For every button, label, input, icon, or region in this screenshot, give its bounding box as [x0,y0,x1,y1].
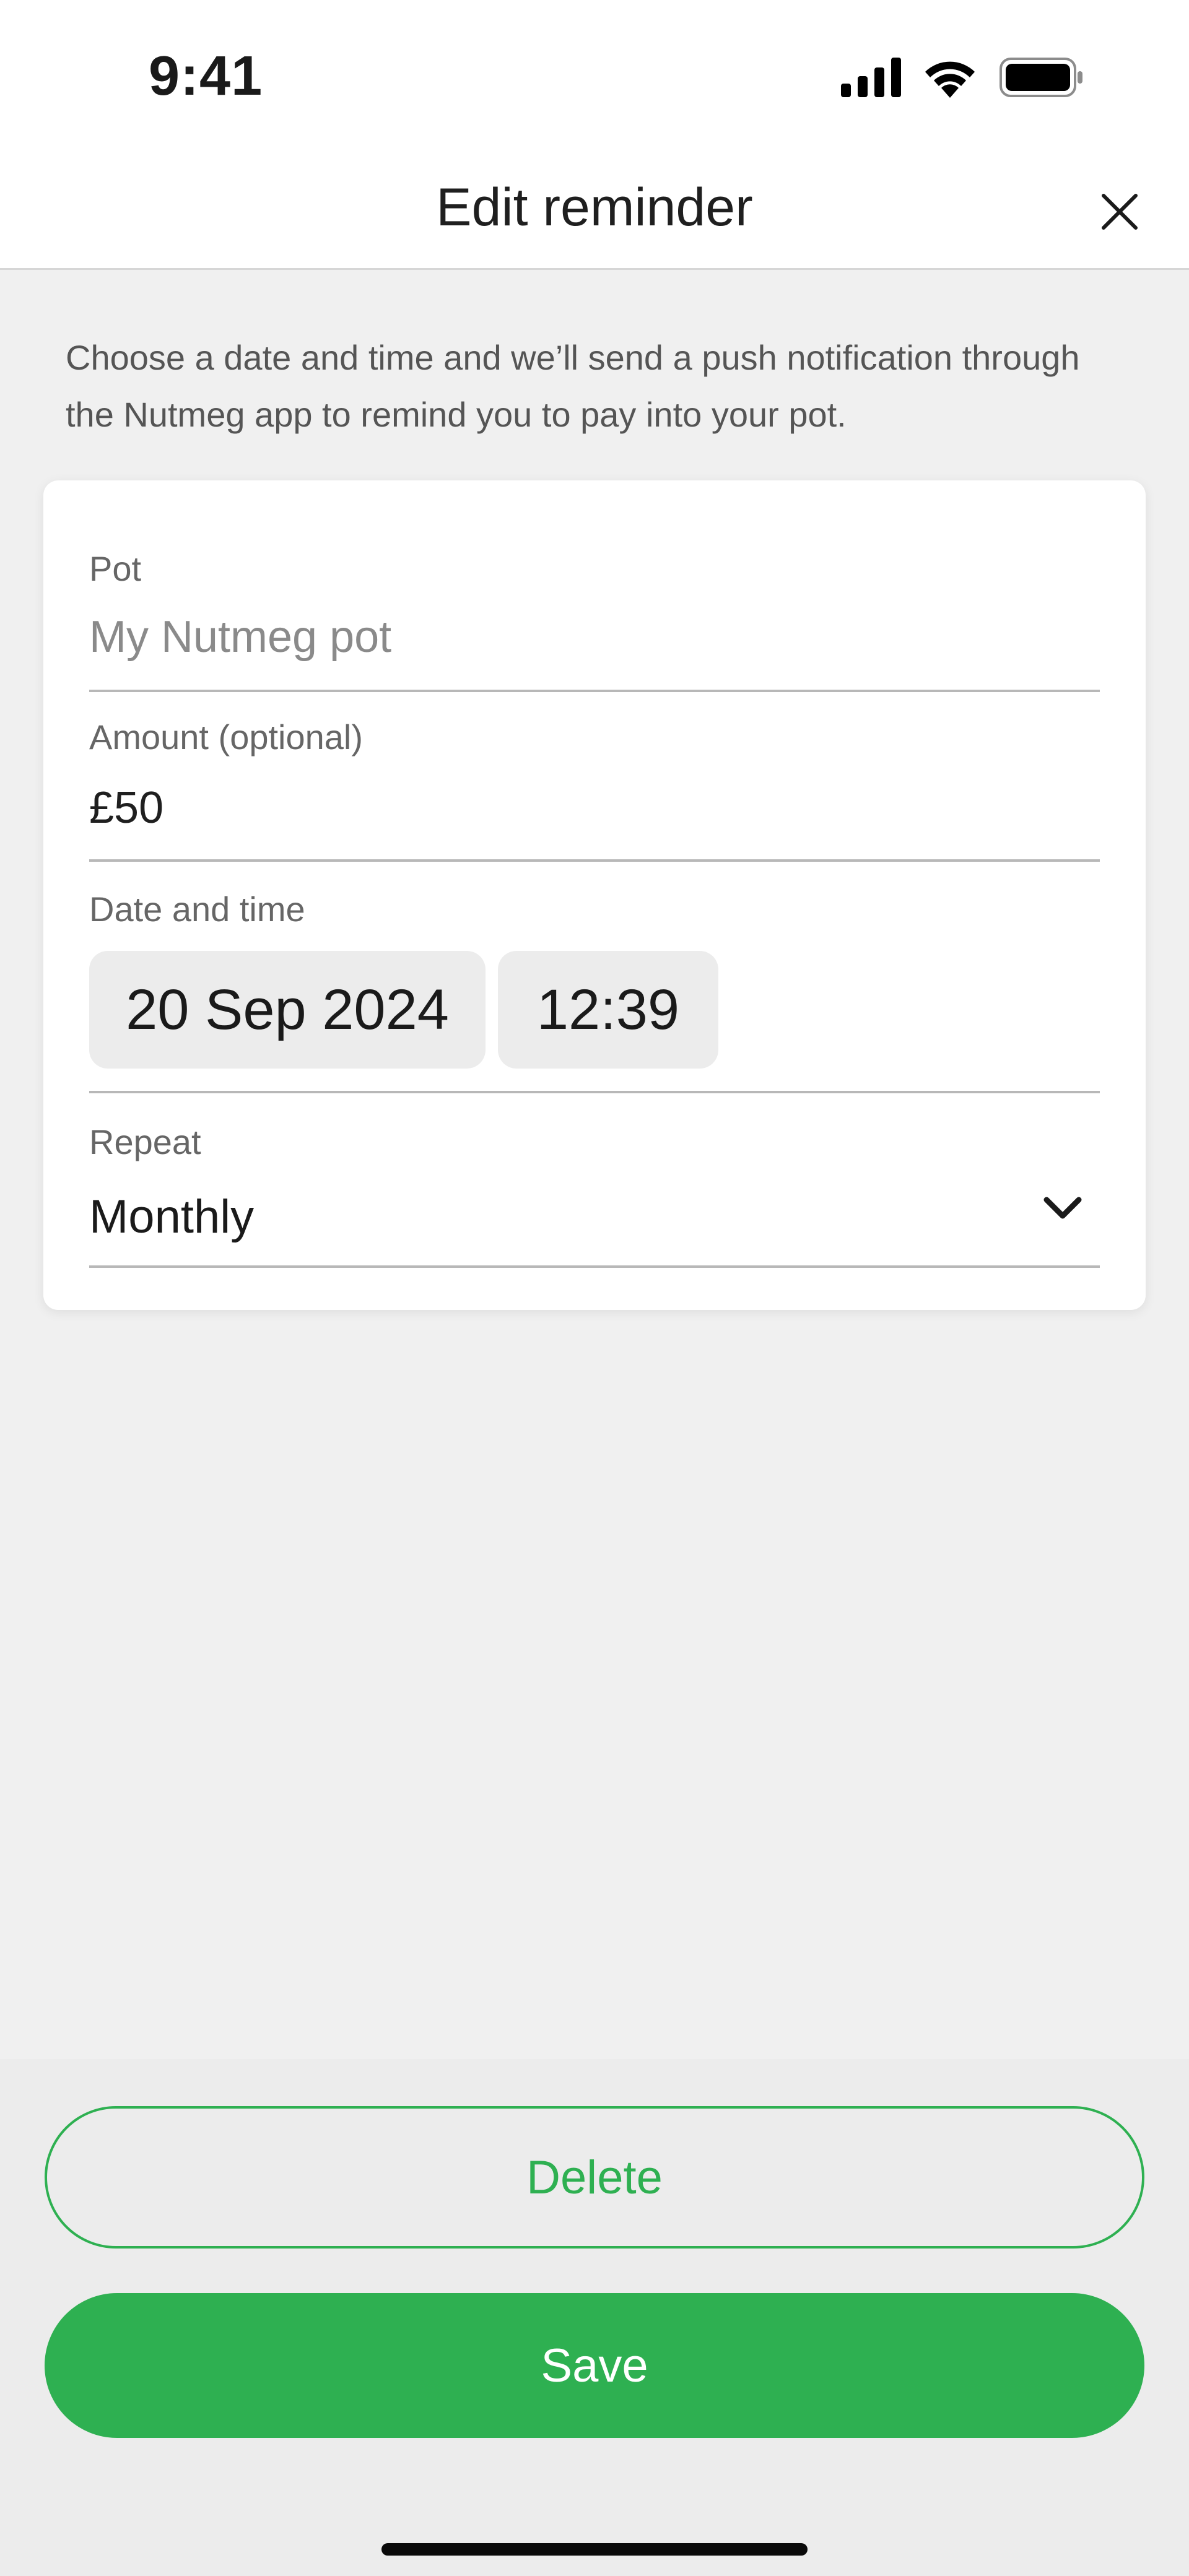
pot-field[interactable]: Pot My Nutmeg pot [89,549,1100,692]
date-time-label: Date and time [89,890,305,929]
pot-underline [89,690,1100,692]
date-time-underline [89,1091,1100,1093]
amount-field[interactable]: Amount (optional) £50 [89,717,1100,865]
delete-button[interactable]: Delete [45,2106,1144,2249]
amount-input[interactable]: £50 [89,783,163,833]
wifi-icon [925,61,975,98]
pot-label: Pot [89,549,142,588]
repeat-underline [89,1265,1100,1268]
signal-icon [841,58,901,97]
close-icon [1102,194,1138,230]
repeat-label: Repeat [89,1122,201,1161]
bottom-action-bar: Delete Save [0,2059,1189,2576]
page-title: Edit reminder [436,178,753,237]
pot-value: My Nutmeg pot [89,612,392,662]
amount-underline [89,859,1100,862]
save-button[interactable]: Save [45,2293,1144,2438]
home-indicator [381,2543,808,2556]
edit-reminder-screen: 9:41 Edit reminder Choose a date and tim… [0,0,1189,2576]
date-picker-button[interactable]: 20 Sep 2024 [89,951,486,1069]
chevron-down-icon [1043,1197,1082,1219]
battery-icon [1000,58,1082,97]
status-time: 9:41 [149,45,263,107]
date-time-field: Date and time 20 Sep 2024 12:39 [89,889,1100,1112]
repeat-dropdown[interactable]: Repeat Monthly [89,1122,1100,1273]
repeat-value: Monthly [89,1190,255,1243]
close-button[interactable] [1090,182,1149,241]
reminder-form-card: Pot My Nutmeg pot Amount (optional) £50 … [43,480,1146,1310]
status-bar: 9:41 [0,0,1189,155]
status-icons [841,57,1084,98]
intro-text: Choose a date and time and we’ll send a … [66,338,1080,434]
nav-header: Edit reminder [0,155,1189,270]
amount-label: Amount (optional) [89,718,364,757]
time-picker-button[interactable]: 12:39 [498,951,718,1069]
